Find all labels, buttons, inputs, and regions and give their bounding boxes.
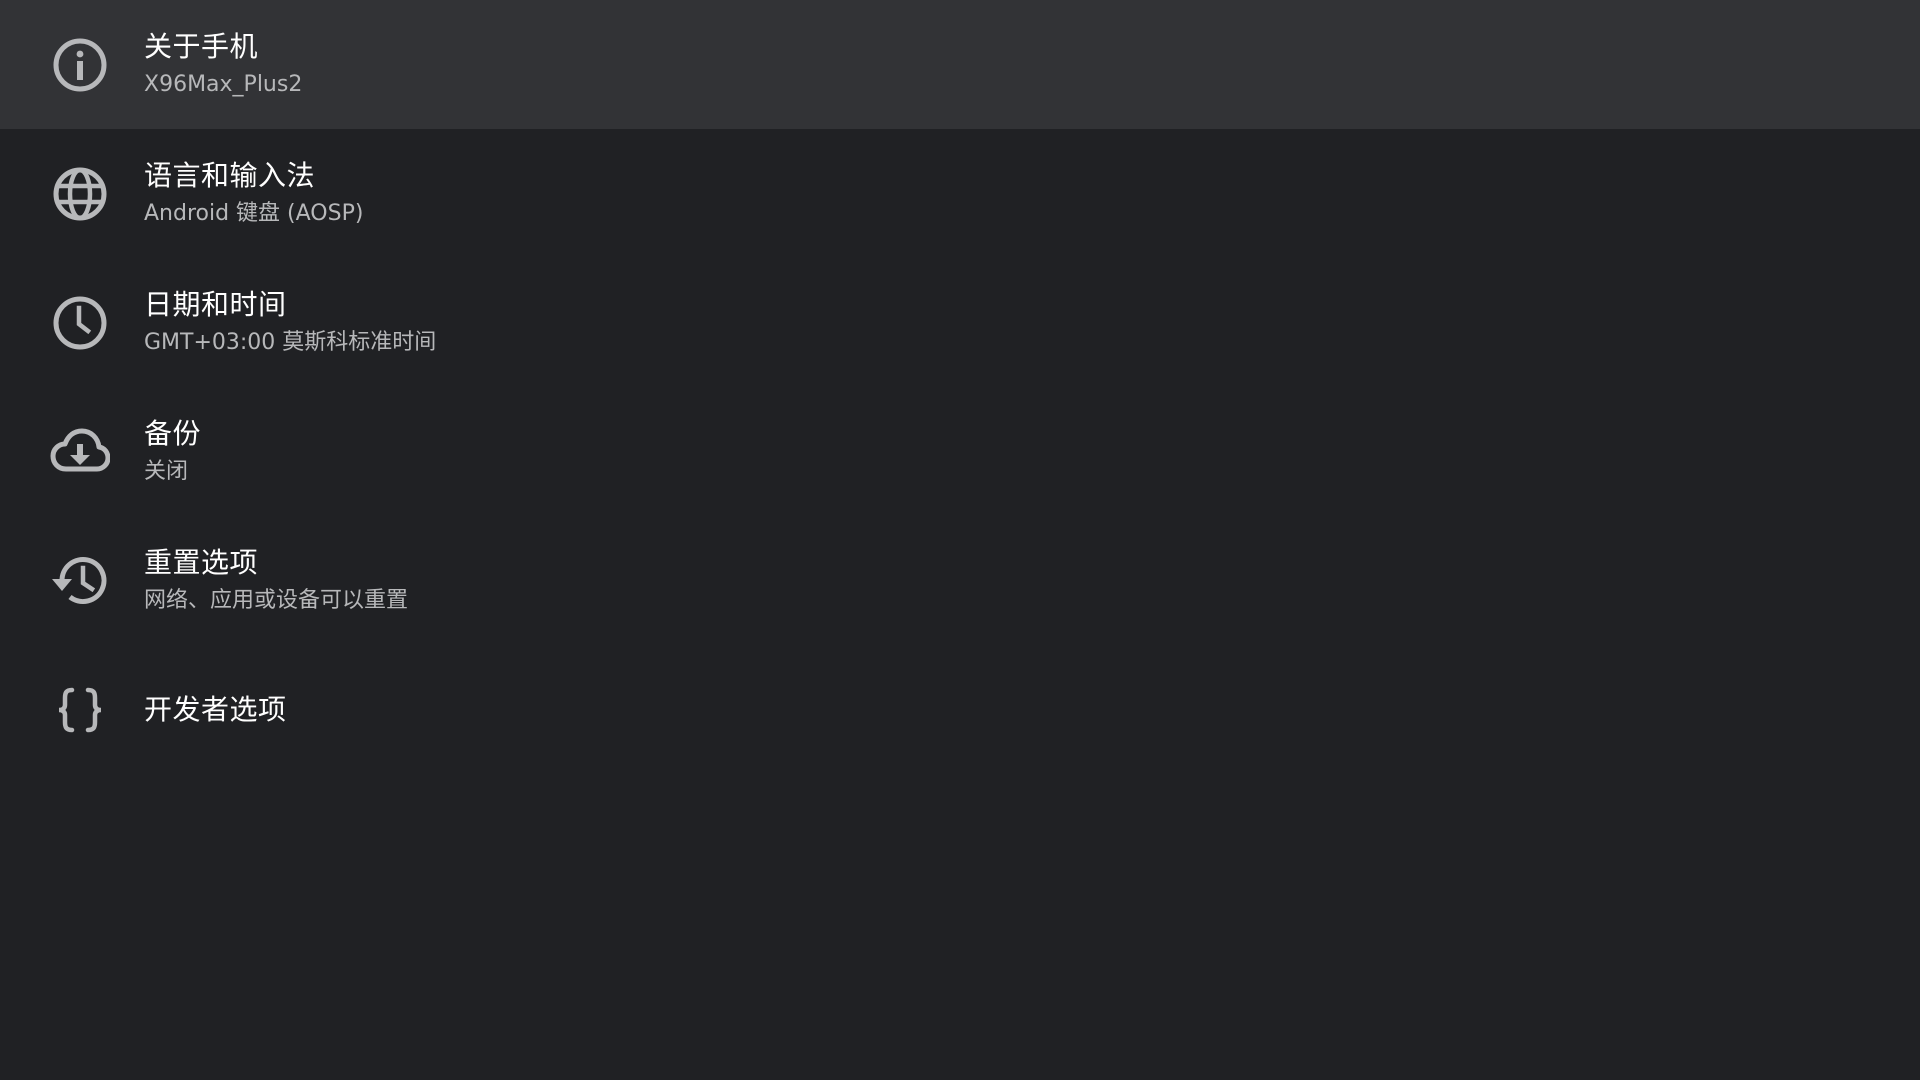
settings-item-title: 备份 (144, 416, 202, 450)
settings-item-title: 语言和输入法 (144, 158, 316, 192)
settings-item-about-phone[interactable]: 关于手机 X96Max_Plus2 (0, 0, 1920, 129)
settings-item-subtitle: Android 键盘 (AOSP) (144, 200, 364, 226)
settings-item-developer-options[interactable]: 开发者选项 (0, 645, 1920, 774)
settings-item-reset-options[interactable]: 重置选项 网络、应用或设备可以重置 (0, 516, 1920, 645)
settings-item-title: 重置选项 (144, 545, 259, 579)
history-icon (50, 551, 110, 611)
settings-item-subtitle: X96Max_Plus2 (144, 71, 303, 97)
settings-item-text: 语言和输入法 Android 键盘 (AOSP) (144, 129, 363, 258)
cloud-download-icon (50, 422, 110, 482)
settings-item-subtitle: 网络、应用或设备可以重置 (144, 587, 409, 613)
info-icon (50, 35, 110, 95)
settings-item-text: 关于手机 X96Max_Plus2 (144, 0, 302, 129)
settings-list: 关于手机 X96Max_Plus2 语言和输入法 Android 键盘 (AOS… (0, 0, 1920, 774)
clock-icon (50, 293, 110, 353)
braces-icon (50, 680, 110, 740)
settings-item-text: 日期和时间 GMT+03:00 莫斯科标准时间 (144, 258, 436, 387)
settings-item-title: 关于手机 (144, 29, 259, 63)
settings-item-text: 备份 关闭 (144, 387, 201, 516)
globe-icon (50, 164, 110, 224)
settings-item-date-time[interactable]: 日期和时间 GMT+03:00 莫斯科标准时间 (0, 258, 1920, 387)
settings-item-backup[interactable]: 备份 关闭 (0, 387, 1920, 516)
settings-item-subtitle: GMT+03:00 莫斯科标准时间 (144, 329, 437, 355)
settings-item-subtitle: 关闭 (144, 458, 189, 484)
settings-item-language-input[interactable]: 语言和输入法 Android 键盘 (AOSP) (0, 129, 1920, 258)
settings-item-title: 开发者选项 (144, 692, 287, 726)
settings-item-text: 重置选项 网络、应用或设备可以重置 (144, 516, 408, 645)
settings-item-text: 开发者选项 (144, 645, 287, 774)
settings-item-title: 日期和时间 (144, 287, 287, 321)
